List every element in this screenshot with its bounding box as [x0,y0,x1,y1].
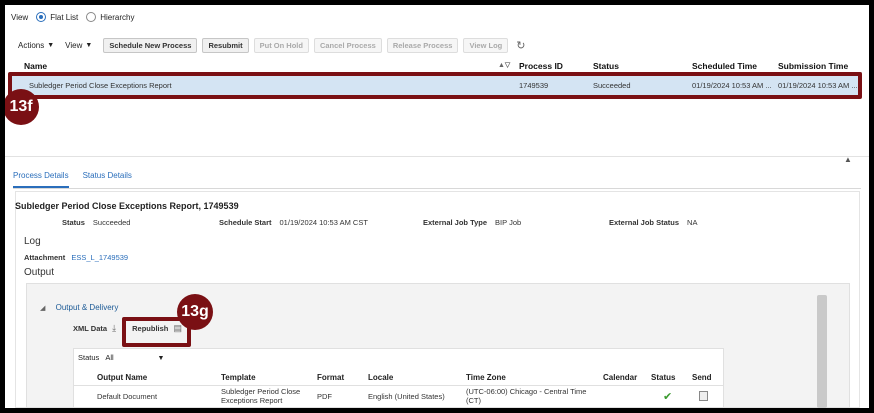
external-job-status-field: External Job Status NA [609,218,697,227]
attachment-field: Attachment ESS_L_1749539 [24,253,128,262]
status-filter-label: Status [78,353,100,362]
vertical-scrollbar[interactable] [817,295,827,408]
tab-process-details[interactable]: Process Details [13,171,69,188]
tabs-divider [13,188,861,189]
xml-data-button[interactable]: XML Data ⤓ [73,323,116,334]
process-grid-header: Name ▲▽ Process ID Status Scheduled Time… [10,59,862,73]
hierarchy-radio[interactable]: Hierarchy [86,12,134,22]
column-submission-time[interactable]: Submission Time [778,61,848,71]
flat-list-label: Flat List [50,12,79,22]
attachment-label: Attachment [24,253,66,262]
view-menu-label: View [65,41,83,50]
external-job-status-value: NA [687,218,698,227]
details-tabs: Process Details Status Details [13,171,132,188]
view-mode-group: View Flat List Hierarchy [11,12,134,22]
radio-selected-icon [36,12,47,22]
column-status[interactable]: Status [593,61,619,71]
view-menu[interactable]: View ▼ [65,41,92,50]
resubmit-button[interactable]: Resubmit [202,38,249,53]
scheduled-processes-screen: View Flat List Hierarchy Actions ▼ View … [5,5,869,408]
col-output-name: Output Name [97,373,148,382]
xml-data-label: XML Data [73,324,108,333]
status-field-value: Succeeded [92,218,131,227]
sort-icon[interactable]: ▲▽ [498,61,510,69]
actions-menu[interactable]: Actions ▼ [18,41,54,50]
flat-list-radio[interactable]: Flat List [36,12,78,22]
template-cell: Subledger Period Close Exceptions Report [221,387,301,405]
process-toolbar: Actions ▼ View ▼ Schedule New Process Re… [18,38,525,53]
external-job-type-label: External Job Type [423,218,488,227]
format-cell: PDF [317,392,332,401]
send-icon[interactable] [699,391,708,401]
download-icon: ⤓ [112,323,117,333]
pane-divider[interactable] [5,156,869,157]
radio-unselected-icon [86,12,97,22]
schedule-start-field: Schedule Start 01/19/2024 10:53 AM CST [219,218,368,227]
dropdown-arrow-icon: ▼ [85,42,93,49]
schedule-start-label: Schedule Start [219,218,272,227]
column-name[interactable]: Name [24,61,47,71]
dropdown-arrow-icon: ▼ [47,42,55,49]
callout-highlight-row [8,72,862,99]
col-template: Template [221,373,256,382]
output-heading: Output [24,267,55,278]
status-filter[interactable]: Status All ▼ [78,353,164,362]
expand-caret-icon: ◢ [40,305,46,312]
hierarchy-label: Hierarchy [100,12,135,22]
step-badge-13f: 13f [5,89,39,125]
collapse-pane-icon[interactable]: ▲ [844,155,852,164]
step-badge-13g: 13g [177,294,213,330]
external-job-status-label: External Job Status [609,218,680,227]
status-field-label: Status [62,218,85,227]
col-time-zone: Time Zone [466,373,506,382]
col-send: Send [692,373,712,382]
time-zone-cell: (UTC-06:00) Chicago - Central Time (CT) [466,387,587,405]
col-locale: Locale [368,373,394,382]
actions-menu-label: Actions [18,41,45,50]
refresh-icon[interactable]: ↻ [516,39,525,52]
report-title: Subledger Period Close Exceptions Report… [15,201,239,211]
log-heading: Log [24,236,41,247]
col-status: Status [651,373,676,382]
release-process-button[interactable]: Release Process [386,38,459,53]
column-scheduled-time[interactable]: Scheduled Time [692,61,757,71]
external-job-type-value: BIP Job [495,218,522,227]
locale-cell: English (United States) [368,392,445,401]
external-job-type-field: External Job Type BIP Job [423,218,521,227]
cancel-process-button[interactable]: Cancel Process [313,38,382,53]
view-log-button[interactable]: View Log [463,38,509,53]
status-filter-value: All [105,353,114,362]
schedule-new-process-button[interactable]: Schedule New Process [103,38,198,53]
attachment-link[interactable]: ESS_L_1749539 [71,253,128,262]
status-field: Status Succeeded [62,218,130,227]
col-format: Format [317,373,345,382]
output-name-cell: Default Document [97,392,158,401]
dropdown-arrow-icon: ▼ [157,355,165,362]
table-header-divider [73,385,724,386]
output-delivery-header[interactable]: ◢ Output & Delivery [40,303,118,312]
schedule-start-value: 01/19/2024 10:53 AM CST [279,218,368,227]
check-icon: ✔ [663,391,673,403]
col-calendar: Calendar [603,373,638,382]
column-process-id[interactable]: Process ID [519,61,563,71]
put-on-hold-button[interactable]: Put On Hold [253,38,309,53]
output-delivery-title: Output & Delivery [55,303,119,312]
view-label: View [11,12,29,22]
tab-status-details[interactable]: Status Details [83,171,132,188]
